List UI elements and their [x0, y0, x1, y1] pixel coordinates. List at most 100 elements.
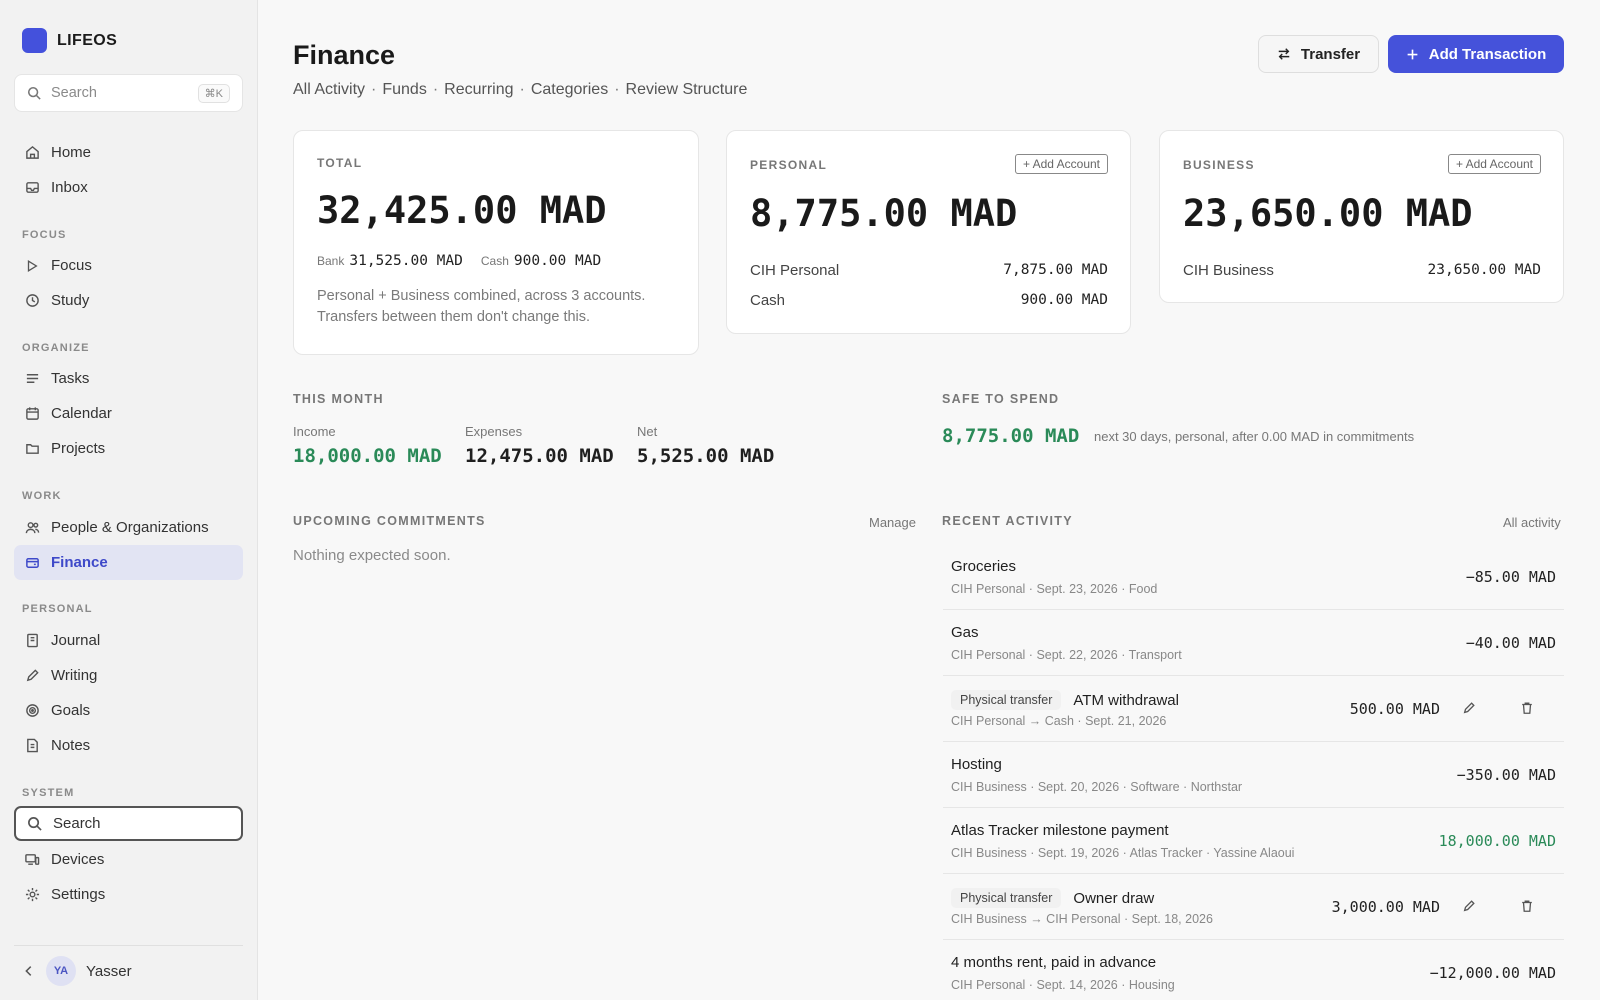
sidebar-item-home[interactable]: Home	[14, 135, 243, 170]
subnav-review-structure[interactable]: Review Structure	[626, 81, 748, 99]
safe-to-spend-note: next 30 days, personal, after 0.00 MAD i…	[1094, 429, 1415, 444]
sidebar-item-projects[interactable]: Projects	[14, 431, 243, 466]
transaction-title: Atlas Tracker milestone payment	[951, 822, 1169, 839]
income-value: 18,000.00 MAD	[293, 445, 442, 467]
personal-card: PERSONAL + Add Account 8,775.00 MAD CIH …	[726, 130, 1131, 334]
devices-icon	[24, 852, 40, 868]
sidebar-item-calendar[interactable]: Calendar	[14, 396, 243, 431]
account-name: Cash	[750, 292, 786, 309]
sidebar-item-people[interactable]: People & Organizations	[14, 510, 243, 545]
plus-icon	[1407, 49, 1418, 59]
transaction-row[interactable]: Atlas Tracker milestone payment CIH Busi…	[943, 808, 1564, 874]
sidebar-item-writing[interactable]: Writing	[14, 658, 243, 693]
recent-activity-list: Groceries CIH Personal · Sept. 23, 2026 …	[943, 544, 1564, 1000]
transfer-tag: Physical transfer	[951, 690, 1062, 710]
sidebar-item-label: People & Organizations	[51, 519, 209, 536]
subnav-recurring[interactable]: Recurring	[444, 81, 513, 99]
sidebar-item-label: Projects	[51, 440, 106, 457]
calendar-icon	[24, 406, 40, 422]
cash-value: 900.00 MAD	[513, 253, 602, 269]
finance-subnav: All Activity · Funds · Recurring · Categori…	[293, 81, 748, 99]
transaction-amount: 18,000.00 MAD	[1438, 832, 1556, 850]
personal-add-account-button[interactable]: + Add Account	[1014, 154, 1108, 174]
all-activity-link[interactable]: All activity	[1503, 515, 1561, 530]
total-split: Bank 31,525.00 MAD Cash 900.00 MAD	[317, 253, 619, 269]
section-system: SYSTEM	[22, 787, 75, 799]
trash-icon[interactable]	[1520, 701, 1534, 715]
subnav-categories[interactable]: Categories	[531, 81, 608, 99]
trash-icon[interactable]	[1520, 899, 1534, 913]
sidebar-item-finance[interactable]: Finance	[14, 545, 243, 580]
account-row[interactable]: Cash 900.00 MAD	[750, 292, 1108, 309]
sidebar-item-label: Study	[51, 292, 90, 309]
inbox-icon	[24, 180, 40, 196]
total-card: TOTAL 32,425.00 MAD Bank 31,525.00 MAD C…	[293, 130, 699, 355]
subnav-all-activity[interactable]: All Activity	[293, 81, 365, 99]
transaction-meta: CIH Business · Sept. 20, 2026 · Software…	[951, 780, 1243, 794]
people-icon	[24, 520, 40, 536]
expenses-label: Expenses	[465, 424, 523, 439]
sidebar-item-search[interactable]: Search	[14, 806, 243, 841]
account-balance: 7,875.00 MAD	[1003, 262, 1108, 278]
transaction-title: 4 months rent, paid in advance	[951, 954, 1157, 971]
expenses-value: 12,475.00 MAD	[465, 445, 614, 467]
pencil-icon	[24, 668, 40, 684]
safe-to-spend-value: 8,775.00 MAD	[942, 425, 1080, 447]
sidebar-item-study[interactable]: Study	[14, 283, 243, 318]
home-icon	[24, 145, 40, 161]
transaction-row[interactable]: Gas CIH Personal · Sept. 22, 2026 · Tran…	[943, 610, 1564, 676]
brand[interactable]: LIFEOS	[22, 28, 117, 53]
transaction-meta: CIH Personal · Sept. 22, 2026 · Transpor…	[951, 648, 1182, 662]
business-label: BUSINESS	[1183, 158, 1255, 172]
transfer-row[interactable]: Physical transfer Owner draw CIH Busines…	[943, 874, 1564, 940]
sidebar-item-journal[interactable]: Journal	[14, 623, 243, 658]
transaction-row[interactable]: 4 months rent, paid in advance CIH Perso…	[943, 940, 1564, 1000]
business-add-account-button[interactable]: + Add Account	[1447, 154, 1541, 174]
sidebar-item-notes[interactable]: Notes	[14, 728, 243, 763]
transaction-row[interactable]: Groceries CIH Personal · Sept. 23, 2026 …	[943, 544, 1564, 610]
sidebar-search[interactable]: Search ⌘K	[14, 74, 243, 112]
transaction-title: Hosting	[951, 756, 1002, 773]
transaction-amount: 500.00 MAD	[1349, 700, 1440, 718]
sidebar-item-settings[interactable]: Settings	[14, 877, 243, 912]
transfer-button[interactable]: Transfer	[1258, 35, 1379, 73]
transaction-title: ATM withdrawal	[1073, 691, 1179, 709]
sidebar-item-label: Focus	[51, 257, 92, 274]
transaction-title: Gas	[951, 624, 979, 641]
sidebar-item-label: Finance	[51, 554, 108, 571]
edit-icon[interactable]	[1462, 899, 1476, 913]
transfer-row[interactable]: Physical transfer ATM withdrawal CIH Per…	[943, 676, 1564, 742]
user-profile[interactable]: YA Yasser	[22, 956, 132, 986]
transaction-amount: −12,000.00 MAD	[1429, 964, 1556, 982]
sidebar-item-label: Notes	[51, 737, 91, 754]
transaction-row[interactable]: Hosting CIH Business · Sept. 20, 2026 · …	[943, 742, 1564, 808]
section-work: WORK	[22, 490, 62, 502]
safe-to-spend-label: SAFE TO SPEND	[942, 392, 1060, 406]
transfer-arrows-icon	[1278, 48, 1290, 60]
account-row[interactable]: CIH Business 23,650.00 MAD	[1183, 262, 1541, 279]
add-transaction-button[interactable]: Add Transaction	[1388, 35, 1564, 73]
manage-commitments-link[interactable]: Manage	[869, 515, 916, 530]
subnav-funds[interactable]: Funds	[382, 81, 426, 99]
user-name: Yasser	[86, 962, 132, 980]
sidebar-item-label: Home	[51, 144, 92, 161]
recent-activity-label: RECENT ACTIVITY	[942, 514, 1073, 528]
commitments-label: UPCOMING COMMITMENTS	[293, 514, 486, 528]
chevron-left-icon[interactable]	[22, 964, 36, 978]
sidebar-item-inbox[interactable]: Inbox	[14, 170, 243, 205]
this-month-label: THIS MONTH	[293, 392, 384, 406]
sidebar-item-label: Search	[53, 815, 101, 832]
total-label: TOTAL	[317, 156, 363, 170]
account-row[interactable]: CIH Personal 7,875.00 MAD	[750, 262, 1108, 279]
bank-value: 31,525.00 MAD	[349, 253, 463, 269]
edit-icon[interactable]	[1462, 701, 1476, 715]
transaction-title: Groceries	[951, 558, 1017, 575]
sidebar: LIFEOS Search ⌘K Home Inbox FOCUS Focus …	[0, 0, 258, 1000]
section-organize: ORGANIZE	[22, 342, 90, 354]
sidebar-item-focus[interactable]: Focus	[14, 248, 243, 283]
cash-label: Cash	[480, 254, 509, 268]
net-label: Net	[637, 424, 658, 439]
sidebar-item-goals[interactable]: Goals	[14, 693, 243, 728]
sidebar-item-tasks[interactable]: Tasks	[14, 361, 243, 396]
sidebar-item-devices[interactable]: Devices	[14, 842, 243, 877]
